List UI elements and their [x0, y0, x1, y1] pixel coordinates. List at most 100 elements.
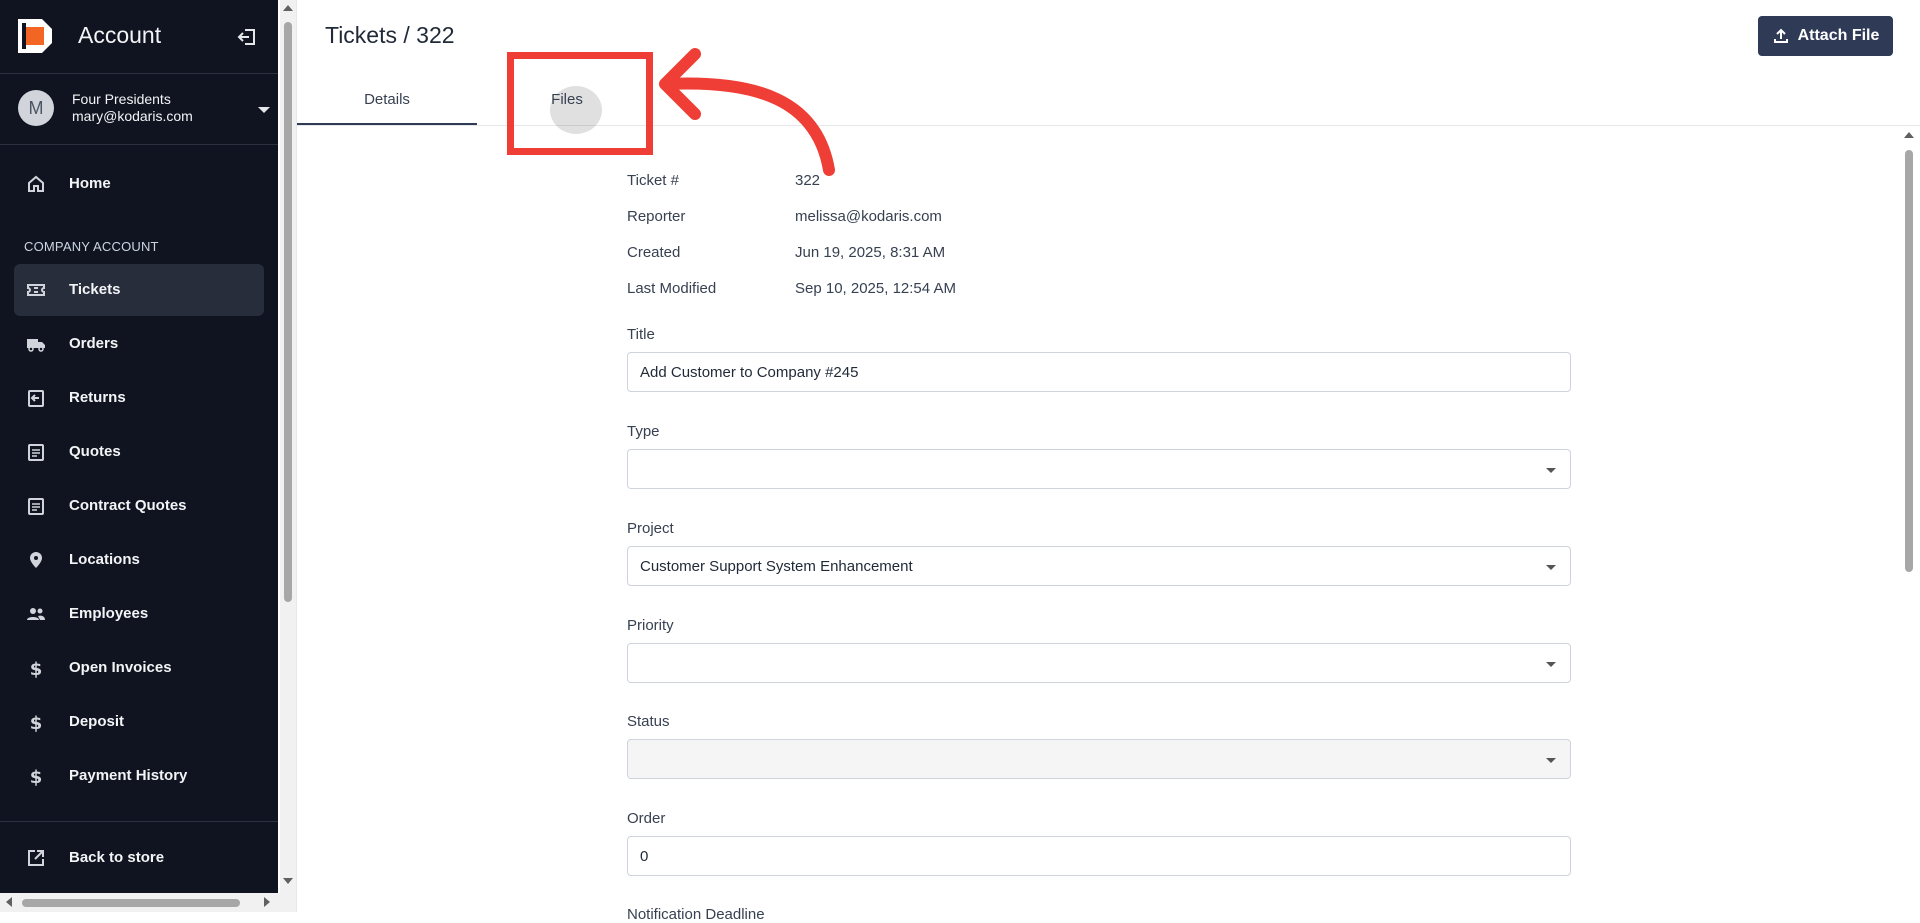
sidebar-divider	[0, 144, 278, 145]
main-content: Tickets / 322 Attach File Details Files …	[296, 0, 1920, 923]
brand-logo[interactable]	[18, 18, 52, 54]
sidebar-item-label: Deposit	[69, 713, 125, 730]
project-select[interactable]: Customer Support System Enhancement	[627, 546, 1571, 586]
sidebar-item-label: Employees	[69, 605, 149, 622]
dollar-icon: $	[30, 713, 43, 732]
annotation-highlight-box	[507, 52, 653, 155]
sidebar-item-label: Back to store	[69, 849, 165, 866]
attach-file-button[interactable]: Attach File	[1758, 16, 1893, 56]
clipboard-icon	[28, 498, 44, 515]
type-label: Type	[627, 423, 660, 440]
user-name: Four Presidents	[72, 91, 171, 107]
project-value: Customer Support System Enhancement	[640, 557, 913, 575]
meta-value: Sep 10, 2025, 12:54 AM	[795, 280, 956, 297]
sidebar-item-label: Open Invoices	[69, 659, 172, 676]
sidebar-item-employees[interactable]: Employees	[14, 588, 264, 640]
sidebar-item-label: Orders	[69, 335, 119, 352]
sidebar-item-locations[interactable]: Locations	[14, 534, 264, 586]
user-switcher[interactable]: M Four Presidents mary@kodaris.com	[0, 74, 278, 144]
sidebar-item-label: Returns	[69, 389, 126, 406]
sidebar-item-contract-quotes[interactable]: Contract Quotes	[14, 480, 264, 532]
meta-key: Last Modified	[627, 280, 717, 297]
truck-icon	[27, 339, 45, 352]
sidebar-title: Account	[78, 22, 162, 48]
meta-key: Ticket #	[627, 172, 679, 189]
home-icon	[28, 175, 44, 192]
order-input[interactable]: 0	[627, 836, 1571, 876]
meta-key: Created	[627, 244, 681, 261]
tab-label: Details	[364, 90, 410, 108]
svg-text:$: $	[30, 767, 43, 786]
chevron-down-icon	[1546, 565, 1556, 570]
notification-deadline-label: Notification Deadline	[627, 906, 765, 923]
content-scrollbar[interactable]	[1901, 126, 1917, 912]
upload-icon	[1773, 28, 1788, 43]
external-link-icon	[28, 850, 44, 866]
scrollbar-thumb[interactable]	[1905, 150, 1913, 572]
sidebar-divider	[0, 821, 278, 822]
sidebar: Account M Four Presidents mary@kodaris.c…	[0, 0, 278, 893]
chevron-down-icon	[1546, 468, 1556, 473]
scroll-right-icon[interactable]	[264, 897, 270, 907]
sidebar-scrollbar[interactable]	[280, 0, 296, 893]
svg-text:$: $	[30, 713, 43, 732]
attach-file-label: Attach File	[1797, 27, 1880, 44]
section-label: COMPANY ACCOUNT	[24, 239, 159, 254]
status-select[interactable]	[627, 739, 1571, 779]
priority-select[interactable]	[627, 643, 1571, 683]
scroll-left-icon[interactable]	[6, 897, 12, 907]
meta-value: melissa@kodaris.com	[795, 208, 942, 225]
kodaris-logo	[18, 19, 52, 53]
sidebar-item-returns[interactable]: Returns	[14, 372, 264, 424]
sidebar-item-label: Quotes	[69, 443, 121, 460]
user-email: mary@kodaris.com	[72, 108, 193, 124]
project-label: Project	[627, 520, 674, 537]
title-label: Title	[627, 326, 655, 343]
chevron-down-icon	[1546, 758, 1556, 763]
location-pin-icon	[30, 552, 42, 568]
sidebar-item-label: Contract Quotes	[69, 497, 187, 514]
order-value: 0	[640, 847, 649, 865]
dollar-icon: $	[30, 767, 43, 786]
sidebar-item-label: Payment History	[69, 767, 188, 784]
title-value: Add Customer to Company #245	[640, 363, 859, 381]
meta-key: Reporter	[627, 208, 686, 225]
avatar: M	[18, 90, 54, 126]
svg-text:$: $	[30, 659, 43, 678]
horizontal-scrollbar[interactable]	[0, 893, 296, 912]
collapse-sidebar-icon[interactable]	[236, 26, 258, 48]
scrollbar-thumb[interactable]	[22, 899, 240, 907]
scroll-up-icon[interactable]	[1904, 132, 1914, 138]
sidebar-item-tickets[interactable]: Tickets	[14, 264, 264, 316]
sidebar-item-back-to-store[interactable]: Back to store	[14, 832, 264, 884]
scroll-up-icon[interactable]	[283, 5, 293, 11]
order-label: Order	[627, 810, 666, 827]
sidebar-item-home[interactable]: Home	[14, 158, 264, 210]
sidebar-item-open-invoices[interactable]: $ Open Invoices	[14, 642, 264, 694]
scrollbar-thumb[interactable]	[284, 22, 292, 602]
return-icon	[28, 390, 44, 407]
clipboard-icon	[28, 444, 44, 461]
type-select[interactable]	[627, 449, 1571, 489]
chevron-down-icon	[258, 107, 270, 113]
people-icon	[27, 608, 45, 620]
sidebar-item-label: Tickets	[69, 281, 121, 298]
sidebar-item-deposit[interactable]: $ Deposit	[14, 696, 264, 748]
sidebar-item-payment-history[interactable]: $ Payment History	[14, 750, 264, 802]
meta-value: Jun 19, 2025, 8:31 AM	[795, 244, 946, 261]
meta-value: 322	[795, 172, 821, 189]
priority-label: Priority	[627, 617, 674, 634]
scroll-down-icon[interactable]	[283, 878, 293, 884]
sidebar-item-label: Locations	[69, 551, 140, 568]
title-input[interactable]: Add Customer to Company #245	[627, 352, 1571, 392]
sidebar-item-orders[interactable]: Orders	[14, 318, 264, 370]
tab-details[interactable]: Details	[297, 75, 477, 125]
dollar-icon: $	[30, 659, 43, 678]
sidebar-item-label: Home	[69, 175, 111, 192]
annotation-arrow-icon	[659, 48, 835, 176]
chevron-down-icon	[1546, 662, 1556, 667]
sidebar-item-quotes[interactable]: Quotes	[14, 426, 264, 478]
status-label: Status	[627, 713, 670, 730]
page-title: Tickets / 322	[325, 22, 455, 48]
ticket-icon	[27, 284, 45, 296]
